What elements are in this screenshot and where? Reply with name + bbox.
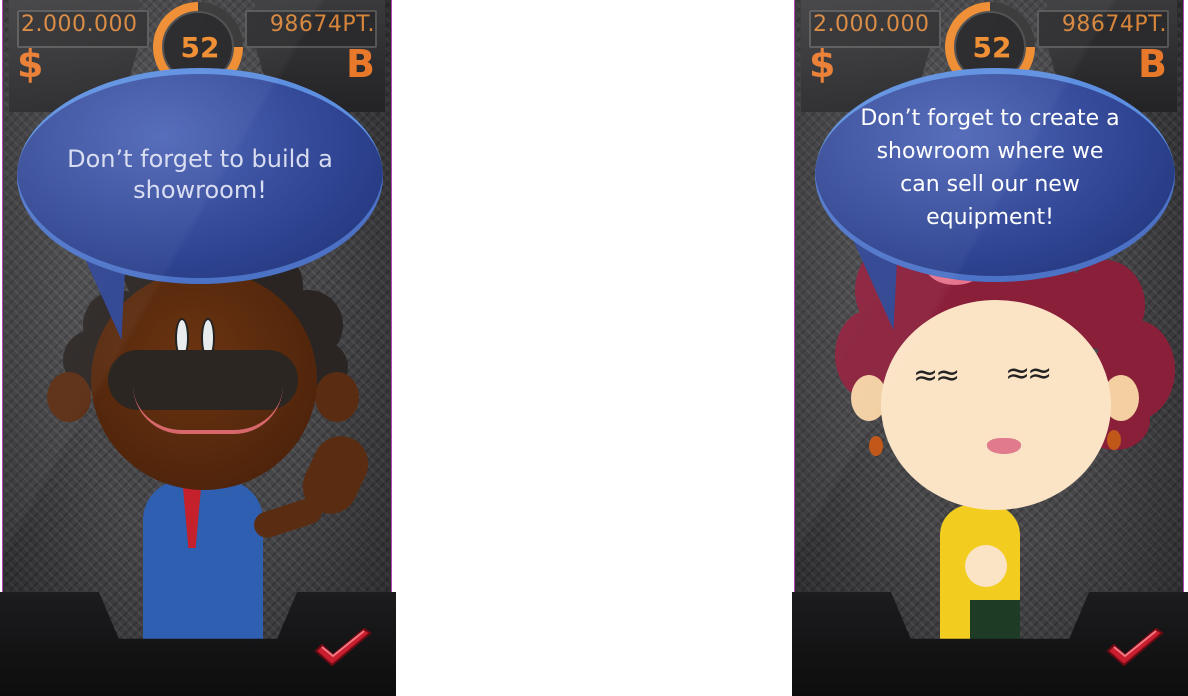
screen-background: 2.000.000 $ 98674PT. B 52 bbox=[2, 0, 392, 696]
earring-icon bbox=[1107, 430, 1121, 450]
dollar-icon: $ bbox=[17, 42, 44, 86]
level-value: 52 bbox=[972, 31, 1012, 64]
earring-icon bbox=[869, 436, 883, 456]
dialog-message: Don’t forget to build a showroom! bbox=[67, 145, 333, 204]
game-screen-1: 2.000.000 $ 98674PT. B 52 Don’t forget t… bbox=[0, 0, 396, 696]
game-screen-2: 2.000.000 $ 98674PT. B 52 ≈≈ ≈≈ Don’t fo… bbox=[792, 0, 1188, 696]
points-value: 98674PT. bbox=[1061, 12, 1167, 37]
dialog-message: Don’t forget to create a showroom where … bbox=[860, 106, 1120, 230]
money-value: 2.000.000 bbox=[813, 12, 930, 37]
check-icon bbox=[1106, 627, 1164, 667]
dollar-icon: $ bbox=[809, 42, 836, 86]
confirm-button[interactable] bbox=[1104, 625, 1166, 673]
points-b-icon: B bbox=[1138, 42, 1167, 86]
check-icon bbox=[314, 627, 372, 667]
screen-background: 2.000.000 $ 98674PT. B 52 bbox=[794, 0, 1184, 696]
level-value: 52 bbox=[180, 31, 220, 64]
confirm-button[interactable] bbox=[312, 625, 374, 673]
money-value: 2.000.000 bbox=[21, 12, 138, 37]
points-b-icon: B bbox=[346, 42, 375, 86]
points-value: 98674PT. bbox=[269, 12, 375, 37]
